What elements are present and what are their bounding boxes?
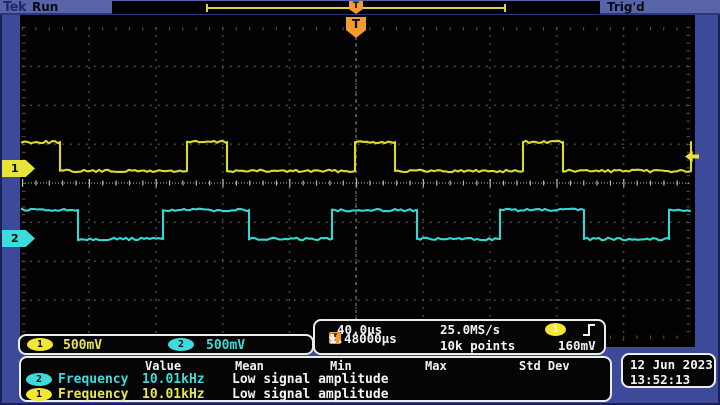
channel-scale-readout: 1 500mV 2 500mV [18,334,314,355]
header-max: Max [425,359,447,373]
datetime-box: 12 Jun 2023 13:52:13 [621,353,716,388]
header-value: Value [145,359,181,373]
channel-1-badge: 1 [26,388,52,401]
sample-rate-readout: 25.0MS/s [440,322,500,337]
channel-1-scale: 500mV [63,338,102,353]
header-mean: Mean [235,359,264,373]
measurement-note: Low signal amplitude [232,387,389,402]
channel-1-badge: 1 [27,338,53,351]
measurement-value: 10.01kHz [142,372,205,387]
date-label: 12 Jun 2023 [630,357,714,372]
oscilloscope-screen: Tek Run T Trig'd T 1 2 1 500mV 2 500mV 4… [0,0,720,405]
measurement-row-ch2: 2 Frequency 10.01kHz Low signal amplitud… [21,372,610,387]
channel-2-badge: 2 [26,373,52,386]
header-stddev: Std Dev [519,359,570,373]
waveform-display: T 1 2 [20,15,695,347]
horizontal-trigger-readout: 40.0µs 25.0MS/s 1 T→▼1.48000µs 10k point… [313,319,606,355]
measurement-row-ch1: 1 Frequency 10.01kHz Low signal amplitud… [21,387,610,402]
header-min: Min [330,359,352,373]
graticule-and-waveforms [20,15,695,347]
tek-logo: Tek [3,0,26,15]
rising-edge-slope-icon [582,323,596,337]
channel-2-badge: 2 [168,338,194,351]
trigger-source-badge: 1 [545,323,566,336]
acquisition-status: Run [32,0,58,14]
measurement-note: Low signal amplitude [232,372,389,387]
measurement-name: Frequency [58,372,128,387]
top-status-bar: Tek Run T Trig'd [0,0,720,15]
record-window-bracket-left [206,4,208,12]
trigger-level-readout: 160mV [558,338,596,353]
measurement-table: Value Mean Min Max Std Dev 2 Frequency 1… [19,356,612,402]
trigger-status: Trig'd [607,0,645,14]
record-length-readout: 10k points [440,338,515,353]
measurement-name: Frequency [58,387,128,402]
trigger-position-flag-small: T [349,1,363,14]
time-label: 13:52:13 [630,372,714,387]
trigger-delay-value: 1.48000µs [329,331,397,346]
record-position-bar: T [112,1,600,14]
measurement-value: 10.01kHz [142,387,205,402]
record-window-bracket-right [504,4,506,12]
channel-2-scale: 500mV [206,338,245,353]
